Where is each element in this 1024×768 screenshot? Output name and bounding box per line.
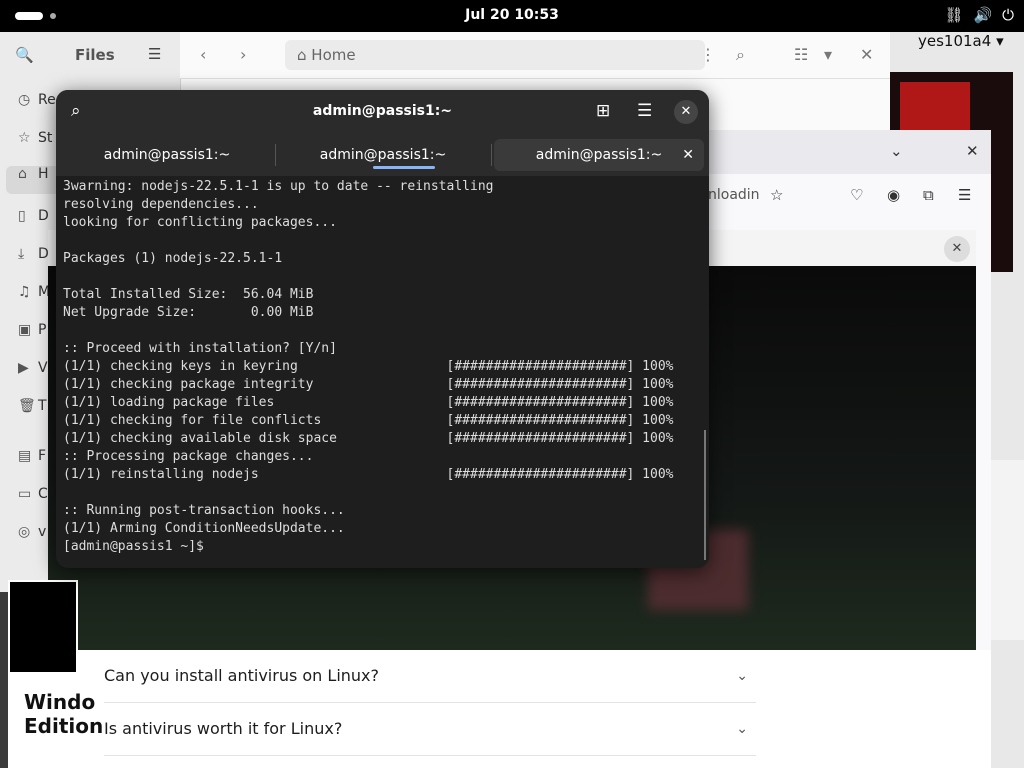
document-icon: ▯ (18, 208, 26, 224)
terminal-tabs: admin@passis1:~ admin@passis1:~ admin@pa… (56, 134, 709, 176)
menu-icon[interactable]: ☰ (148, 45, 161, 63)
home-icon: ⌂ (18, 166, 27, 182)
chevron-down-icon[interactable]: ⌄ (736, 703, 748, 755)
chevron-down-icon[interactable]: ⌄ (890, 142, 903, 160)
close-icon[interactable]: ✕ (674, 100, 698, 124)
terminal-line: 3warning: nodejs-22.5.1-1 is up to date … (63, 179, 494, 194)
thumbnail-card: Windo Edition (8, 580, 103, 768)
chevron-down-icon[interactable]: ⌄ (736, 650, 748, 702)
terminal-line: Total Installed Size: 56.04 MiB (63, 287, 314, 302)
terminal-line: :: Running post-transaction hooks... (63, 503, 345, 518)
terminal-line: [admin@passis1 ~]$ (63, 539, 212, 554)
terminal-window: ⌕ admin@passis1:~ ⊞ ☰ ✕ admin@passis1:~ … (56, 90, 709, 568)
username-label: yes101a4 (918, 32, 992, 50)
close-icon[interactable]: ✕ (944, 236, 970, 262)
search-folder-icon[interactable]: ⌕ (736, 45, 745, 65)
scrollbar[interactable] (704, 430, 706, 560)
terminal-line: :: Processing package changes... (63, 449, 314, 464)
terminal-line: Net Upgrade Size: 0.00 MiB (63, 305, 314, 320)
terminal-tab[interactable]: admin@passis1:~ (62, 139, 272, 171)
files-header: ‹ › ⌂ Home ⋮ ⌕ ☷ ▾ ✕ (180, 32, 890, 79)
close-icon[interactable]: ✕ (966, 142, 979, 160)
menu-icon[interactable]: ☰ (958, 186, 971, 204)
new-tab-icon[interactable]: ⊞ (596, 101, 610, 121)
forward-icon[interactable]: › (240, 45, 246, 64)
terminal-output[interactable]: 3warning: nodejs-22.5.1-1 is up to date … (63, 178, 703, 556)
faq-item[interactable]: Can you install antivirus on Linux? ⌄ (104, 650, 756, 703)
terminal-line: (1/1) reinstalling nodejs [#############… (63, 467, 674, 482)
network-icon: ⛓ (944, 6, 964, 24)
faq-item[interactable]: Is antivirus worth it for Linux? ⌄ (104, 703, 756, 756)
download-icon: ⤓ (18, 246, 25, 262)
bookmark-star-icon[interactable]: ☆ (770, 186, 783, 204)
terminal-line: (1/1) checking package integrity [######… (63, 377, 674, 392)
star-icon: ☆ (18, 130, 31, 146)
list-view-icon[interactable]: ☷ (794, 45, 808, 64)
power-icon: ⏻ (1002, 6, 1014, 24)
disc-icon: ◎ (18, 524, 31, 540)
terminal-line: (1/1) loading package files [###########… (63, 395, 674, 410)
drive-icon: ▭ (18, 486, 32, 502)
music-icon: ♫ (18, 284, 31, 300)
terminal-line: Packages (1) nodejs-22.5.1-1 (63, 251, 283, 266)
faq-question: Is antivirus worth it for Linux? (104, 719, 343, 738)
pocket-icon[interactable]: ♡ (850, 186, 863, 204)
trash-icon: 🗑 (18, 398, 36, 414)
terminal-line: (1/1) checking available disk space [###… (63, 431, 674, 446)
terminal-line: resolving dependencies... (63, 197, 259, 212)
user-menu[interactable]: yes101a4 ▾ (918, 32, 1004, 50)
location-label: Home (311, 46, 356, 64)
back-icon[interactable]: ‹ (200, 45, 206, 64)
terminal-line: (1/1) checking for file conflicts [#####… (63, 413, 674, 428)
close-tab-icon[interactable]: ✕ (682, 139, 694, 171)
chevron-down-icon[interactable]: ▾ (824, 45, 832, 64)
thumbnail-image (10, 582, 76, 672)
files-title: Files (75, 46, 115, 64)
extensions-icon[interactable]: ⧉ (923, 186, 934, 204)
terminal-line: :: Proceed with installation? [Y/n] (63, 341, 337, 356)
terminal-title: admin@passis1:~ (312, 103, 453, 119)
background-window-edge (990, 460, 1024, 640)
home-icon: ⌂ (297, 46, 312, 64)
faq-question: Can you install antivirus on Linux? (104, 666, 379, 685)
search-icon[interactable]: 🔍 (15, 46, 34, 64)
terminal-tab-active[interactable]: admin@passis1:~ ✕ (494, 139, 704, 171)
web-page: Can you install antivirus on Linux? ⌄ Is… (76, 650, 991, 768)
more-icon[interactable]: ⋮ (700, 45, 716, 64)
close-icon[interactable]: ✕ (860, 45, 873, 64)
terminal-header: ⌕ admin@passis1:~ ⊞ ☰ ✕ (56, 90, 709, 134)
video-icon: ▶ (18, 360, 29, 376)
menu-icon[interactable]: ☰ (637, 101, 652, 121)
thumbnail-text: Windo Edition (24, 690, 104, 738)
location-bar[interactable]: ⌂ Home (285, 40, 705, 70)
volume-icon: 🔊 (973, 6, 993, 24)
folder-icon: ▤ (18, 448, 32, 464)
system-tray[interactable]: ⛓ 🔊 ⏻ (944, 6, 1014, 24)
picture-icon: ▣ (18, 322, 32, 338)
account-icon[interactable]: ◉ (887, 186, 900, 204)
terminal-line: looking for conflicting packages... (63, 215, 337, 230)
activity-indicator (373, 166, 435, 169)
terminal-line: (1/1) checking keys in keyring [########… (63, 359, 674, 374)
terminal-line: (1/1) Arming ConditionNeedsUpdate... (63, 521, 345, 536)
top-bar: Jul 20 10:53 ⛓ 🔊 ⏻ (0, 0, 1024, 32)
clock[interactable]: Jul 20 10:53 (0, 7, 1024, 23)
url-text[interactable]: nloadin (708, 187, 760, 203)
browser-tab-row: ⌄ ✕ (700, 130, 991, 174)
clock-icon: ◷ (18, 92, 31, 108)
